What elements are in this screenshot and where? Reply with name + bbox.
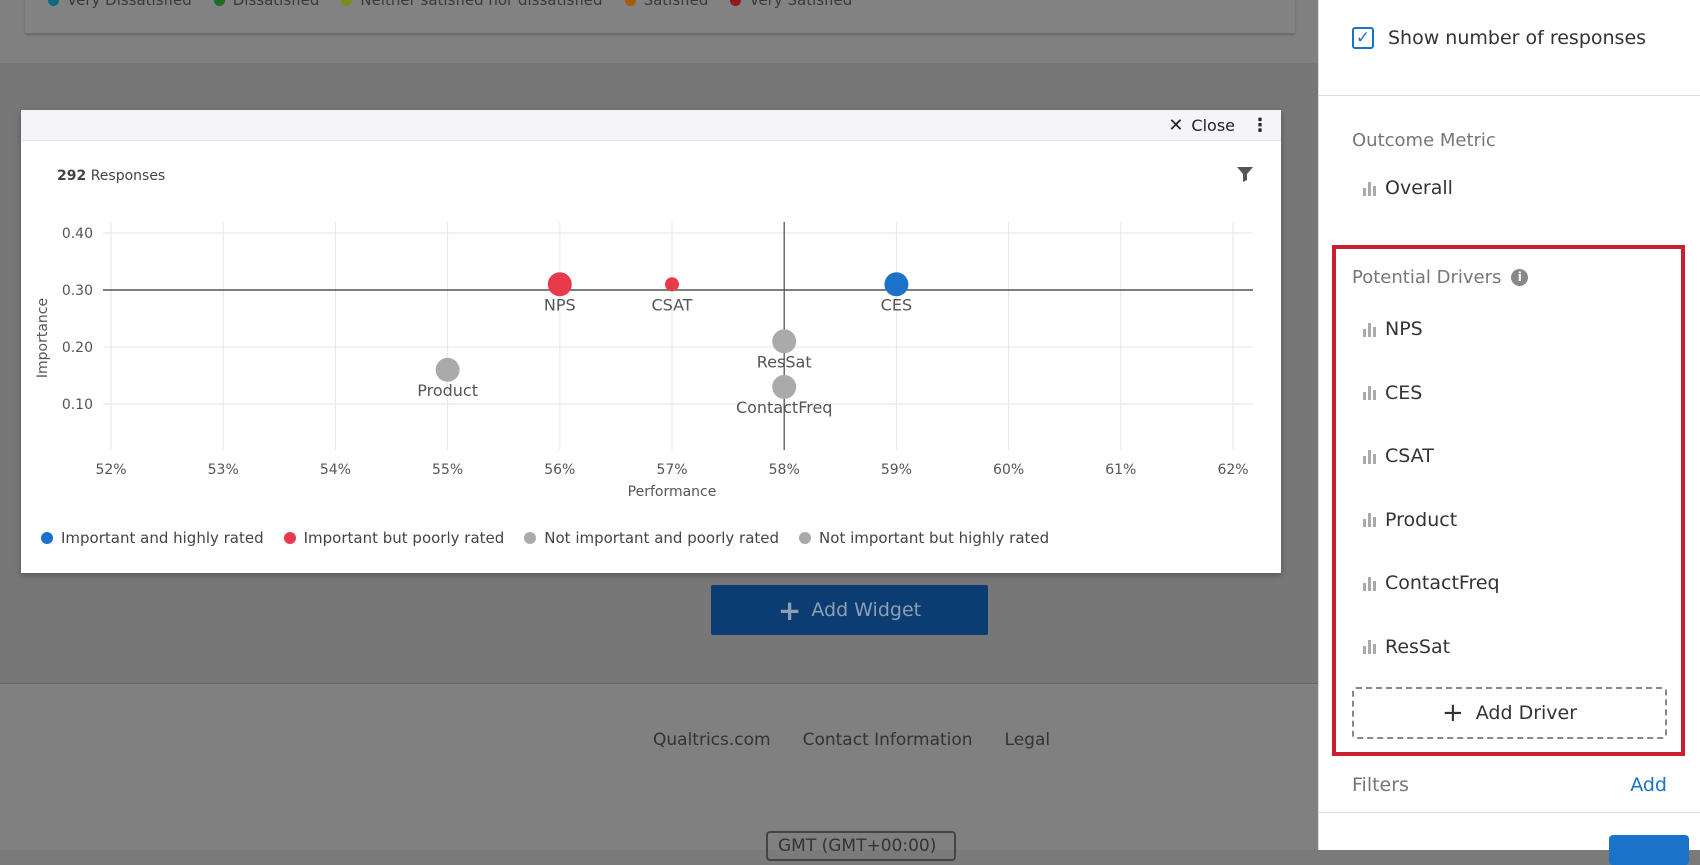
- x-tick-label: 56%: [544, 462, 575, 478]
- widget-modal: ✕ Close ⋮ 292 Responses 52% 53% 54% 55% 56% 57…: [21, 110, 1281, 573]
- footer-link[interactable]: Legal: [1005, 730, 1051, 750]
- x-tick-label: 57%: [656, 462, 687, 478]
- data-point[interactable]: [772, 329, 797, 354]
- x-tick-label: 62%: [1217, 462, 1248, 478]
- y-tick-label: 0.10: [62, 397, 93, 413]
- legend-item: Satisfied: [624, 0, 708, 9]
- footer-links: Qualtrics.com Contact Information Legal: [653, 730, 1050, 750]
- show-responses-checkbox[interactable]: ✓ Show number of responses: [1352, 27, 1646, 49]
- chart-legend: Important and highly rated Important but …: [41, 529, 1049, 547]
- highlight-box: [1332, 245, 1685, 756]
- legend-dot: [48, 0, 59, 6]
- footer-link[interactable]: Qualtrics.com: [653, 730, 771, 750]
- divider: [1319, 95, 1700, 96]
- x-tick-label: 54%: [320, 462, 351, 478]
- footer-link[interactable]: Contact Information: [803, 730, 973, 750]
- data-point-label: CSAT: [651, 295, 692, 314]
- legend-item: Dissatisfied: [213, 0, 319, 9]
- add-driver-button[interactable]: + Add Driver: [1352, 687, 1667, 739]
- data-point[interactable]: [884, 272, 909, 297]
- x-tick-label: 59%: [881, 462, 912, 478]
- save-button[interactable]: [1609, 835, 1689, 865]
- data-point-label: NPS: [544, 295, 576, 314]
- data-point-label: CES: [881, 295, 912, 314]
- legend-dot: [624, 0, 636, 6]
- importance-performance-chart: 52% 53% 54% 55% 56% 57% 58% 59% 60% 61% 62% 0.10 0.2…: [35, 222, 1253, 500]
- background-legend: Very Dissatisfied Dissatisfied Neither sat…: [48, 0, 852, 9]
- outcome-metric-title: Outcome Metric: [1352, 130, 1496, 151]
- data-point[interactable]: [665, 277, 679, 292]
- legend-item[interactable]: Not important but highly rated: [799, 529, 1049, 547]
- background-widget-area: Very Dissatisfied Dissatisfied Neither sat…: [0, 0, 1318, 63]
- filters-label: Filters: [1352, 774, 1409, 796]
- x-tick-label: 53%: [208, 462, 239, 478]
- legend-dot: [799, 532, 812, 544]
- legend-item: Very Satisfied: [730, 0, 852, 9]
- x-tick-label: 60%: [993, 462, 1024, 478]
- legend-item: Neither satisfied nor dissatisfied: [341, 0, 603, 9]
- x-tick-label: 52%: [95, 462, 126, 478]
- data-point[interactable]: [547, 272, 572, 297]
- legend-dot: [41, 532, 53, 544]
- divider: [1319, 812, 1700, 813]
- legend-dot: [341, 0, 353, 6]
- data-point[interactable]: [772, 374, 797, 399]
- data-point-label: ResSat: [757, 352, 812, 371]
- legend-dot: [524, 532, 537, 544]
- legend-item: Very Dissatisfied: [48, 0, 192, 9]
- legend-item[interactable]: Important and highly rated: [41, 529, 264, 547]
- add-filter-link[interactable]: Add: [1630, 774, 1667, 796]
- add-widget-button[interactable]: + Add Widget: [711, 585, 988, 635]
- x-axis-label: Performance: [628, 484, 717, 500]
- legend-dot: [283, 532, 296, 544]
- plus-icon: +: [777, 593, 802, 627]
- y-tick-label: 0.30: [62, 283, 93, 299]
- legend-item[interactable]: Not important and poorly rated: [524, 529, 779, 547]
- data-point-label: Product: [417, 381, 478, 400]
- settings-sidebar: ✓ Show number of responses Outcome Metric…: [1318, 0, 1700, 865]
- x-tick-label: 61%: [1105, 462, 1136, 478]
- legend-dot: [730, 0, 742, 6]
- y-axis-label: Importance: [35, 298, 51, 378]
- timezone-select[interactable]: GMT (GMT+00:00): [766, 831, 956, 861]
- plus-icon: +: [1441, 698, 1464, 728]
- data-point[interactable]: [435, 357, 460, 382]
- filters-row: Filters Add: [1352, 774, 1667, 796]
- legend-item[interactable]: Important but poorly rated: [283, 529, 504, 547]
- y-tick-label: 0.40: [62, 226, 93, 242]
- x-tick-label: 55%: [432, 462, 463, 478]
- bar-chart-icon: [1363, 181, 1376, 196]
- x-tick-label: 58%: [769, 462, 800, 478]
- checkmark-icon: ✓: [1352, 27, 1374, 49]
- legend-dot: [213, 0, 225, 6]
- data-point-label: ContactFreq: [736, 398, 833, 417]
- footer: [0, 683, 1318, 850]
- y-tick-label: 0.20: [62, 340, 93, 356]
- outcome-metric-item[interactable]: Overall: [1363, 177, 1453, 199]
